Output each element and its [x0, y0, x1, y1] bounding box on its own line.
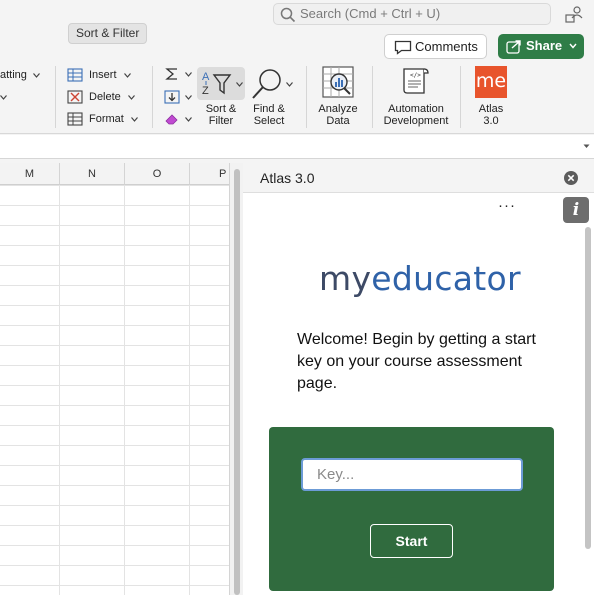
more-options-button[interactable]: ···	[496, 198, 518, 215]
chevron-down-icon[interactable]	[128, 95, 135, 100]
sort-filter-button[interactable]: A Z Sort & Filter	[197, 67, 245, 133]
ribbon: atting Insert Delete Format A Z Sort & F…	[0, 60, 594, 134]
atlas-label-2: 3.0	[483, 115, 499, 127]
cell-gridlines	[0, 185, 229, 595]
chevron-down-icon[interactable]	[131, 117, 138, 122]
share-button[interactable]: Share	[498, 34, 584, 59]
chevron-down-icon[interactable]	[0, 95, 7, 100]
share-label: Share	[526, 38, 563, 53]
format-cells-icon[interactable]	[67, 112, 83, 126]
search-icon	[280, 7, 296, 23]
ribbon-separator	[372, 66, 373, 128]
column-header-n[interactable]: N	[60, 163, 125, 185]
format-label[interactable]: Format	[89, 113, 124, 125]
chevron-down-icon	[236, 82, 243, 87]
autosum-icon[interactable]	[164, 67, 180, 81]
column-header-m[interactable]: M	[0, 163, 60, 185]
automation-label-1: Automation	[388, 103, 444, 115]
atlas-task-pane: Atlas 3.0 ··· i myeducator Welcome! Begi…	[243, 163, 594, 595]
tooltip: Sort & Filter	[68, 23, 148, 44]
worksheet-grid[interactable]: M N O P	[0, 163, 229, 595]
analyze-data-icon	[322, 66, 354, 98]
fill-down-icon[interactable]	[164, 90, 180, 104]
chevron-down-icon[interactable]	[185, 117, 192, 122]
automation-label-2: Development	[383, 115, 449, 127]
title-bar: Sort & Filter Search (Cmd + Ctrl + U) Co…	[0, 0, 594, 60]
logo-my: my	[319, 259, 372, 298]
comments-button[interactable]: Comments	[384, 34, 487, 59]
sheet-vertical-scrollbar[interactable]	[229, 163, 243, 595]
analyze-data-label-1: Analyze	[318, 103, 358, 115]
find-select-label-2: Select	[253, 115, 285, 127]
delete-label[interactable]: Delete	[89, 91, 121, 103]
comments-label: Comments	[415, 39, 478, 54]
people-icon[interactable]	[564, 4, 584, 24]
delete-cells-icon[interactable]	[67, 90, 83, 104]
logo-educator: educator	[371, 259, 521, 298]
column-header-o[interactable]: O	[125, 163, 190, 185]
insert-cells-icon[interactable]	[67, 68, 83, 82]
svg-text:Z: Z	[202, 85, 209, 97]
search-placeholder: Search (Cmd + Ctrl + U)	[300, 6, 441, 21]
insert-label[interactable]: Insert	[89, 69, 117, 81]
chevron-down-icon[interactable]	[124, 73, 131, 78]
ribbon-separator	[306, 66, 307, 128]
scrollbar-thumb[interactable]	[234, 169, 240, 595]
welcome-message: Welcome! Begin by getting a start key on…	[297, 331, 536, 392]
conditional-formatting-label[interactable]: atting	[0, 69, 27, 81]
formula-bar[interactable]	[0, 135, 594, 159]
pane-vertical-scrollbar[interactable]	[582, 193, 594, 595]
myeducator-logo: myeducator	[319, 259, 521, 298]
find-select-label-1: Find &	[253, 103, 285, 115]
share-icon	[506, 40, 521, 54]
chevron-down-icon	[286, 82, 293, 87]
automation-development-button[interactable]: </> Automation Development	[380, 66, 452, 132]
chevron-down-icon[interactable]	[185, 95, 192, 100]
chevron-down-icon	[569, 43, 577, 49]
chevron-down-icon[interactable]	[33, 73, 40, 78]
column-gridline	[189, 185, 190, 595]
close-icon[interactable]	[564, 171, 578, 185]
analyze-data-label-2: Data	[326, 115, 350, 127]
comment-icon	[394, 40, 412, 55]
column-header-p[interactable]: P	[190, 163, 229, 185]
atlas-label-1: Atlas	[478, 103, 504, 115]
sort-filter-icon: A Z	[202, 71, 232, 97]
pane-header: Atlas 3.0	[243, 163, 594, 193]
eraser-icon[interactable]	[164, 112, 180, 126]
ribbon-separator	[460, 66, 461, 128]
ribbon-separator	[152, 66, 153, 128]
atlas-addin-button[interactable]: me Atlas 3.0	[470, 66, 510, 132]
start-key-card: Start	[269, 427, 554, 591]
chevron-down-icon[interactable]	[185, 72, 192, 77]
column-gridline	[59, 185, 60, 595]
key-input[interactable]	[301, 458, 523, 491]
analyze-data-button[interactable]: Analyze Data	[312, 66, 364, 132]
svg-text:</>: </>	[410, 72, 421, 79]
sort-filter-label-1: Sort &	[205, 103, 237, 115]
find-select-button[interactable]: Find & Select	[248, 67, 294, 133]
column-gridline	[124, 185, 125, 595]
atlas-logo-icon: me	[475, 66, 507, 98]
search-box[interactable]: Search (Cmd + Ctrl + U)	[273, 3, 551, 25]
magnifier-icon	[252, 69, 281, 99]
ribbon-separator	[55, 66, 56, 128]
start-button[interactable]: Start	[370, 524, 453, 558]
scrollbar-thumb[interactable]	[585, 227, 591, 549]
script-icon: </>	[403, 68, 429, 94]
chevron-down-icon[interactable]	[583, 144, 590, 149]
pane-title: Atlas 3.0	[260, 170, 315, 186]
sort-filter-label-2: Filter	[208, 115, 234, 127]
